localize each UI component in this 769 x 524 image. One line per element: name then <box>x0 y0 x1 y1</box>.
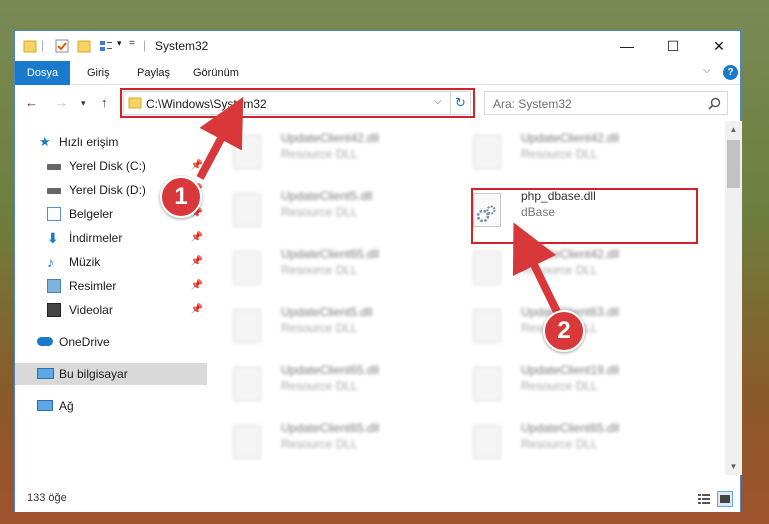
annotation-arrow-1 <box>196 96 244 180</box>
step-badge-2: 2 <box>543 310 585 352</box>
annotation-arrows <box>196 96 564 320</box>
step-badge-1: 1 <box>160 176 202 218</box>
annotation-arrow-2 <box>512 222 564 320</box>
